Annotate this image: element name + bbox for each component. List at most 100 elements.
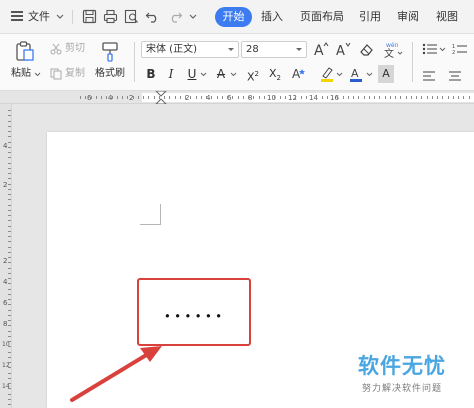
ruler-number: 6: [3, 299, 8, 307]
ruler-tick: [416, 96, 417, 99]
ruler-tick: [8, 157, 11, 159]
paste-dropdown-icon[interactable]: [34, 72, 41, 77]
ruler-tick: [8, 335, 11, 337]
ruler-tick: [211, 96, 213, 99]
ruler-number: 2: [3, 181, 8, 189]
clear-formatting-icon[interactable]: [359, 42, 374, 57]
decrease-font-size-icon[interactable]: A: [335, 41, 351, 57]
ruler-tick: [206, 96, 207, 99]
ruler-tick: [8, 209, 11, 211]
paste-button-label[interactable]: 粘贴: [11, 68, 31, 80]
print-preview-icon[interactable]: [124, 9, 139, 24]
highlight-icon[interactable]: [319, 66, 337, 82]
bold-button[interactable]: B: [144, 65, 158, 83]
ruler-tick: [8, 388, 11, 390]
superscript-button[interactable]: X2: [245, 65, 261, 84]
ruler-tick: [442, 96, 444, 99]
file-menu[interactable]: 文件: [28, 9, 50, 25]
format-painter-icon[interactable]: [100, 40, 120, 62]
quick-access-dropdown-icon[interactable]: [189, 14, 197, 20]
tab-review[interactable]: 审阅: [397, 9, 419, 25]
indent-marker-icon[interactable]: [155, 91, 167, 104]
ruler-tick: [8, 188, 11, 190]
ruler-number: 4: [3, 142, 8, 150]
ruler-tick: [8, 398, 11, 400]
strikethrough-button[interactable]: A: [214, 65, 228, 83]
ruler-tick: [8, 246, 11, 248]
text-effects-icon[interactable]: A: [291, 66, 307, 82]
character-shading-button[interactable]: A: [378, 65, 394, 83]
ruler-tick: [437, 96, 438, 99]
watermark-subtitle: 努力解决软件问题: [362, 384, 443, 394]
ruler-tick: [8, 183, 11, 185]
horizontal-ruler[interactable]: 6 4 2 2 4 6 8 10 12 14 16: [0, 91, 474, 104]
ruler-tick: [106, 96, 108, 99]
bullet-list-dropdown-icon[interactable]: [439, 47, 446, 52]
cut-icon[interactable]: [50, 43, 62, 55]
ruler-tick: [295, 96, 297, 99]
ruler-tick: [8, 162, 11, 164]
ruler-tick: [8, 288, 11, 290]
ruler-tick: [8, 215, 11, 216]
divider: [72, 10, 73, 24]
menu-bar: 文件 开始 插入 页面布局 引用 审阅 视图: [0, 0, 474, 34]
phonetic-guide-icon[interactable]: wén文: [382, 40, 404, 58]
subscript-button[interactable]: X2: [267, 65, 283, 83]
ruler-tick: [8, 362, 11, 363]
underline-button[interactable]: U: [185, 65, 199, 83]
format-painter-button-label[interactable]: 格式刷: [95, 68, 125, 80]
ruler-tick: [458, 96, 459, 99]
document-text[interactable]: ......: [137, 296, 251, 322]
font-color-icon[interactable]: A: [349, 66, 365, 82]
tab-page-layout[interactable]: 页面布局: [300, 9, 344, 25]
numbered-list-icon[interactable]: 12: [452, 43, 468, 55]
ruler-tick: [300, 96, 302, 99]
tab-insert[interactable]: 插入: [261, 9, 283, 25]
svg-text:A: A: [351, 67, 359, 80]
redo-icon[interactable]: [168, 9, 183, 24]
paste-icon[interactable]: [14, 40, 36, 62]
strikethrough-dropdown-icon[interactable]: [230, 72, 237, 77]
ruler-number: 8: [3, 320, 8, 328]
ruler-tick: [8, 225, 11, 227]
ruler-number: 14: [2, 383, 10, 390]
font-name-select[interactable]: 宋体 (正文): [141, 41, 239, 58]
ruler-tick: [185, 96, 186, 99]
tab-references[interactable]: 引用: [359, 9, 381, 25]
vertical-ruler[interactable]: 4 2 2 4 6 8 10 12 14: [0, 104, 12, 408]
tab-view[interactable]: 视图: [436, 9, 458, 25]
ruler-tick: [132, 96, 134, 99]
ruler-tick: [8, 125, 11, 127]
align-center-icon[interactable]: [448, 70, 462, 82]
tab-home[interactable]: 开始: [215, 7, 252, 27]
ruler-tick: [395, 96, 396, 99]
print-icon[interactable]: [103, 9, 118, 24]
increase-font-size-icon[interactable]: A: [313, 41, 329, 57]
ruler-tick: [8, 152, 11, 153]
align-left-icon[interactable]: [422, 70, 436, 82]
ruler-tick: [8, 278, 11, 279]
ruler-tick: [8, 120, 11, 122]
save-icon[interactable]: [82, 9, 97, 24]
ruler-tick: [8, 131, 11, 132]
chevron-down-icon[interactable]: [56, 14, 64, 20]
ruler-tick: [410, 96, 412, 99]
highlight-dropdown-icon[interactable]: [336, 72, 343, 77]
cut-button-label[interactable]: 剪切: [65, 43, 85, 55]
italic-button[interactable]: I: [164, 65, 178, 83]
ruler-number: 2: [3, 257, 8, 265]
undo-icon[interactable]: [145, 9, 160, 24]
svg-text:文: 文: [384, 47, 394, 58]
bullet-list-icon[interactable]: [422, 43, 438, 55]
font-size-select[interactable]: 28: [241, 41, 307, 58]
hamburger-menu-icon[interactable]: [11, 11, 23, 21]
copy-button-label[interactable]: 复制: [65, 68, 85, 80]
ruler-tick: [8, 325, 11, 327]
ruler-tick: [8, 110, 11, 111]
ruler-tick: [195, 96, 197, 99]
ruler-tick: [190, 96, 192, 99]
underline-dropdown-icon[interactable]: [200, 72, 207, 77]
ruler-tick: [179, 96, 181, 99]
font-color-dropdown-icon[interactable]: [366, 72, 373, 77]
copy-icon[interactable]: [50, 68, 62, 80]
